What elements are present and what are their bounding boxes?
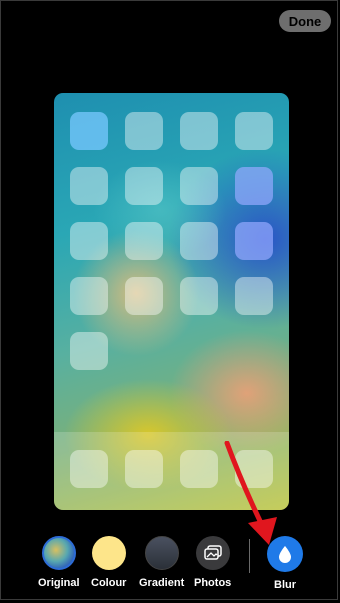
home-screen-icon-grid	[70, 112, 275, 370]
done-button[interactable]: Done	[279, 10, 331, 32]
app-icon-placeholder	[235, 222, 273, 260]
app-icon-placeholder	[180, 167, 218, 205]
dock-icon-placeholder	[70, 450, 108, 488]
app-icon-placeholder	[70, 167, 108, 205]
colour-swatch	[91, 536, 126, 570]
colour-label: Colour	[91, 577, 127, 589]
app-icon-placeholder	[180, 277, 218, 315]
app-icon-placeholder	[70, 277, 108, 315]
app-icon-placeholder	[235, 112, 273, 150]
app-icon-placeholder	[70, 332, 108, 370]
colour-option[interactable]: Colour	[91, 536, 126, 589]
gradient-label: Gradient	[139, 577, 185, 589]
blur-drop-icon	[267, 536, 303, 572]
photos-label: Photos	[194, 577, 232, 589]
original-wallpaper-swatch	[41, 536, 76, 570]
blur-label: Blur	[274, 579, 296, 591]
app-icon-placeholder	[180, 112, 218, 150]
gradient-option[interactable]: Gradient	[139, 536, 184, 589]
app-icon-placeholder	[70, 222, 108, 260]
app-icon-placeholder	[125, 167, 163, 205]
app-icon-placeholder	[70, 112, 108, 150]
gradient-swatch	[144, 536, 179, 570]
dock-icon-placeholder	[125, 450, 163, 488]
original-option[interactable]: Original	[38, 536, 80, 589]
original-label: Original	[38, 577, 80, 589]
app-icon-placeholder	[235, 277, 273, 315]
toolbar-divider	[249, 539, 250, 573]
app-icon-placeholder	[125, 277, 163, 315]
photos-icon	[195, 536, 230, 570]
app-icon-placeholder	[180, 222, 218, 260]
photos-option[interactable]: Photos	[194, 536, 231, 589]
background-options-toolbar: Original Colour Gradient Photos Blur	[1, 533, 340, 603]
screen: Done Original Colour Gradient Photos Blu…	[0, 0, 338, 600]
app-icon-placeholder	[125, 222, 163, 260]
app-icon-placeholder	[235, 167, 273, 205]
app-icon-placeholder	[125, 112, 163, 150]
blur-option[interactable]: Blur	[267, 536, 303, 591]
